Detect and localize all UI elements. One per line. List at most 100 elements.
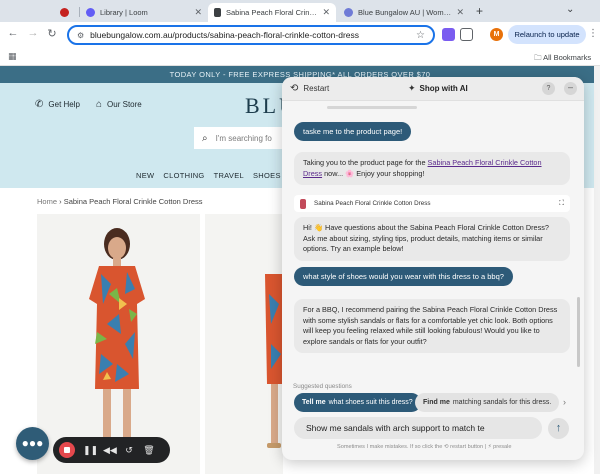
our-store-label: Our Store <box>107 100 142 109</box>
chip-bold: Find me <box>423 399 450 406</box>
sparkle-icon: ✦ <box>408 83 416 93</box>
product-thumbnail <box>300 198 306 209</box>
extensions-puzzle-icon[interactable] <box>460 28 473 41</box>
site-info-icon[interactable]: ⚙ <box>77 31 84 40</box>
breadcrumb-separator: › <box>59 197 62 206</box>
nav-shoes[interactable]: SHOES <box>253 171 281 180</box>
product-image-main[interactable] <box>37 214 200 474</box>
store-favicon-icon <box>344 8 353 17</box>
nav-travel[interactable]: TRAVEL <box>214 171 244 180</box>
extension-presale-icon[interactable] <box>442 28 455 41</box>
close-tab-icon[interactable]: ✕ <box>322 7 330 18</box>
tab-pinned[interactable] <box>54 3 76 22</box>
get-help-link[interactable]: ✆ Get Help <box>35 99 80 110</box>
assistant-header: ⟲ Restart ✦ Shop with AI ? – <box>282 77 584 101</box>
chip-text: what shoes suit this dress? <box>328 399 413 406</box>
assistant-title: ✦ Shop with AI <box>408 83 468 94</box>
restart-button[interactable]: ⟲ Restart <box>290 83 329 94</box>
breadcrumb-home[interactable]: Home <box>37 197 57 206</box>
category-nav: NEW CLOTHING TRAVEL SHOES <box>136 171 281 180</box>
stop-recording-button[interactable] <box>59 442 75 458</box>
suggestion-chip-sandals[interactable]: Find me matching sandals for this dress. <box>415 393 560 412</box>
user-message: what style of shoes would you wear with … <box>294 267 513 286</box>
store-favicon-icon <box>214 8 221 17</box>
tab-library-loom[interactable]: Library | Loom ✕ <box>80 3 208 22</box>
tab-title: Sabina Peach Floral Crinkle C <box>226 8 318 17</box>
browser-toolbar: ← → ↻ ⚙ bluebungalow.com.au/products/sab… <box>0 22 600 48</box>
model-photo-illustration <box>89 228 145 451</box>
pause-icon[interactable]: ❚❚ <box>83 445 98 456</box>
restart-icon: ⟲ <box>290 83 299 94</box>
site-chat-button[interactable]: ●●● <box>16 427 49 460</box>
chip-text: matching sandals for this dress. <box>452 399 552 406</box>
rewind-icon[interactable]: ◀◀ <box>103 445 117 456</box>
phone-icon: ✆ <box>35 99 44 110</box>
chat-input-value[interactable]: Show me sandals with arch support to mat… <box>306 423 485 433</box>
model-photo-illustration <box>265 274 283 448</box>
all-bookmarks-button[interactable]: 🗀 All Bookmarks <box>534 52 591 65</box>
tab-search-chevron-icon[interactable]: ⌄ <box>566 4 574 15</box>
tab-blue-bungalow[interactable]: Blue Bungalow AU | Women's ✕ <box>338 3 470 22</box>
message-text: Taking you to the product page for the <box>303 158 428 167</box>
get-help-label: Get Help <box>48 100 80 109</box>
folder-icon: 🗀 <box>534 53 542 62</box>
chat-scrollbar[interactable] <box>577 297 580 367</box>
trash-icon[interactable]: 🗑 <box>143 445 155 456</box>
help-button[interactable]: ? <box>542 82 555 95</box>
record-favicon-icon <box>60 8 69 17</box>
loom-recording-controls: ❚❚ ◀◀ ↺ 🗑 <box>53 437 170 463</box>
chevron-right-icon[interactable]: › <box>563 397 566 407</box>
tab-sabina-dress[interactable]: Sabina Peach Floral Crinkle C ✕ <box>208 3 336 22</box>
bookmarks-bar: ▦ 🗀 All Bookmarks <box>0 48 600 66</box>
chat-input[interactable]: Show me sandals with arch support to mat… <box>294 417 542 439</box>
message-text: now... 🌸 Enjoy your shopping! <box>322 168 425 178</box>
assistant-message: Taking you to the product page for the S… <box>294 152 570 185</box>
breadcrumb: Home › Sabina Peach Floral Crinkle Cotto… <box>37 197 203 206</box>
suggestion-chip-shoes[interactable]: Tell me what shoes suit this dress? <box>294 393 421 412</box>
assistant-message: Hi! 👋 Have questions about the Sabina Pe… <box>294 217 570 261</box>
scrolled-content-edge <box>327 106 417 109</box>
disclaimer-text: Sometimes I make mistakes. If so click t… <box>337 444 512 450</box>
reload-icon[interactable]: ↻ <box>45 27 59 40</box>
minimize-button[interactable]: – <box>564 82 577 95</box>
product-card-title: Sabina Peach Floral Crinkle Cotton Dress <box>314 200 431 207</box>
restart-recording-icon[interactable]: ↺ <box>123 445 135 456</box>
nav-clothing[interactable]: CLOTHING <box>163 171 204 180</box>
bookmark-star-icon[interactable]: ☆ <box>416 30 425 41</box>
chip-bold: Tell me <box>302 399 326 406</box>
our-store-link[interactable]: ⌂ Our Store <box>96 99 142 110</box>
address-bar[interactable]: ⚙ bluebungalow.com.au/products/sabina-pe… <box>67 25 435 45</box>
tab-title: Library | Loom <box>100 8 148 17</box>
assistant-title-text: Shop with AI <box>419 84 468 93</box>
url-text[interactable]: bluebungalow.com.au/products/sabina-peac… <box>90 30 416 40</box>
tab-title: Blue Bungalow AU | Women's <box>358 8 452 17</box>
close-tab-icon[interactable]: ✕ <box>194 7 202 18</box>
send-button[interactable]: ↑ <box>548 418 569 439</box>
all-bookmarks-label: All Bookmarks <box>543 53 592 62</box>
restart-label: Restart <box>303 84 330 93</box>
arrow-up-icon: ↑ <box>555 422 562 434</box>
loom-favicon-icon <box>86 8 95 17</box>
product-card[interactable]: Sabina Peach Floral Crinkle Cotton Dress… <box>294 195 570 212</box>
assistant-message: For a BBQ, I recommend pairing the Sabin… <box>294 299 570 353</box>
forward-arrow-icon[interactable]: → <box>26 27 40 39</box>
new-tab-button[interactable]: + <box>476 4 483 18</box>
suggested-questions-label: Suggested questions <box>293 383 352 390</box>
product-image-secondary[interactable] <box>205 214 283 474</box>
back-arrow-icon[interactable]: ← <box>6 27 20 39</box>
breadcrumb-current: Sabina Peach Floral Crinkle Cotton Dress <box>63 197 203 206</box>
close-tab-icon[interactable]: ✕ <box>456 7 464 18</box>
shop-with-ai-panel: ⟲ Restart ✦ Shop with AI ? – taske me to… <box>282 77 584 460</box>
search-placeholder: I'm searching fo <box>215 133 272 143</box>
expand-icon[interactable]: ⛶ <box>559 200 564 208</box>
apps-grid-icon[interactable]: ▦ <box>8 51 17 62</box>
relaunch-to-update-button[interactable]: Relaunch to update <box>508 25 586 44</box>
stop-icon <box>64 447 70 453</box>
more-menu-icon[interactable]: ⋮ <box>588 28 598 39</box>
chat-bubble-icon: ●●● <box>21 436 44 450</box>
user-message: taske me to the product page! <box>294 122 412 141</box>
page-scrollbar[interactable] <box>594 66 600 474</box>
profile-avatar[interactable]: M <box>490 28 503 41</box>
nav-new[interactable]: NEW <box>136 171 154 180</box>
search-icon: ⌕ <box>202 132 208 144</box>
